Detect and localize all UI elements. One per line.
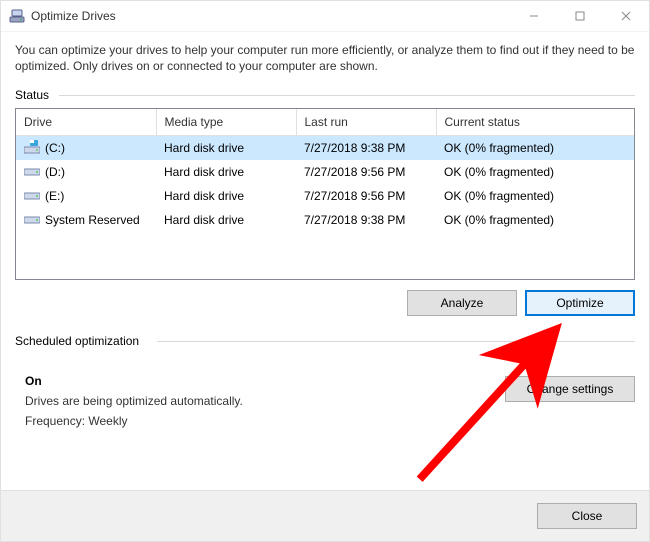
- close-window-button[interactable]: [603, 1, 649, 31]
- table-row[interactable]: (D:) Hard disk drive 7/27/2018 9:56 PM O…: [16, 160, 634, 184]
- col-lastrun[interactable]: Last run: [296, 109, 436, 136]
- table-header-row: Drive Media type Last run Current status: [16, 109, 634, 136]
- drive-c-icon: [24, 140, 40, 157]
- drive-icon: [24, 188, 40, 205]
- drives-table: Drive Media type Last run Current status: [15, 108, 635, 280]
- table-row[interactable]: System Reserved Hard disk drive 7/27/201…: [16, 208, 634, 232]
- analyze-button[interactable]: Analyze: [407, 290, 517, 316]
- close-button[interactable]: Close: [537, 503, 637, 529]
- window-title: Optimize Drives: [31, 9, 116, 23]
- col-status[interactable]: Current status: [436, 109, 634, 136]
- schedule-freq: Frequency: Weekly: [25, 414, 493, 428]
- title-bar: Optimize Drives: [1, 1, 649, 32]
- footer: Close: [1, 490, 649, 541]
- minimize-button[interactable]: [511, 1, 557, 31]
- schedule-desc: Drives are being optimized automatically…: [25, 394, 493, 408]
- schedule-state: On: [25, 374, 493, 388]
- status-section-label: Status: [15, 88, 635, 102]
- app-icon: [9, 8, 25, 24]
- intro-text: You can optimize your drives to help you…: [15, 42, 635, 74]
- table-row[interactable]: (E:) Hard disk drive 7/27/2018 9:56 PM O…: [16, 184, 634, 208]
- drive-icon: [24, 164, 40, 181]
- drive-icon: [24, 212, 40, 229]
- scheduled-section-label: Scheduled optimization: [15, 334, 635, 348]
- optimize-button[interactable]: Optimize: [525, 290, 635, 316]
- col-drive[interactable]: Drive: [16, 109, 156, 136]
- change-settings-button[interactable]: Change settings: [505, 376, 635, 402]
- table-row[interactable]: (C:) Hard disk drive 7/27/2018 9:38 PM O…: [16, 136, 634, 161]
- col-media[interactable]: Media type: [156, 109, 296, 136]
- maximize-button[interactable]: [557, 1, 603, 31]
- optimize-drives-window: Optimize Drives You can optimize your dr…: [0, 0, 650, 542]
